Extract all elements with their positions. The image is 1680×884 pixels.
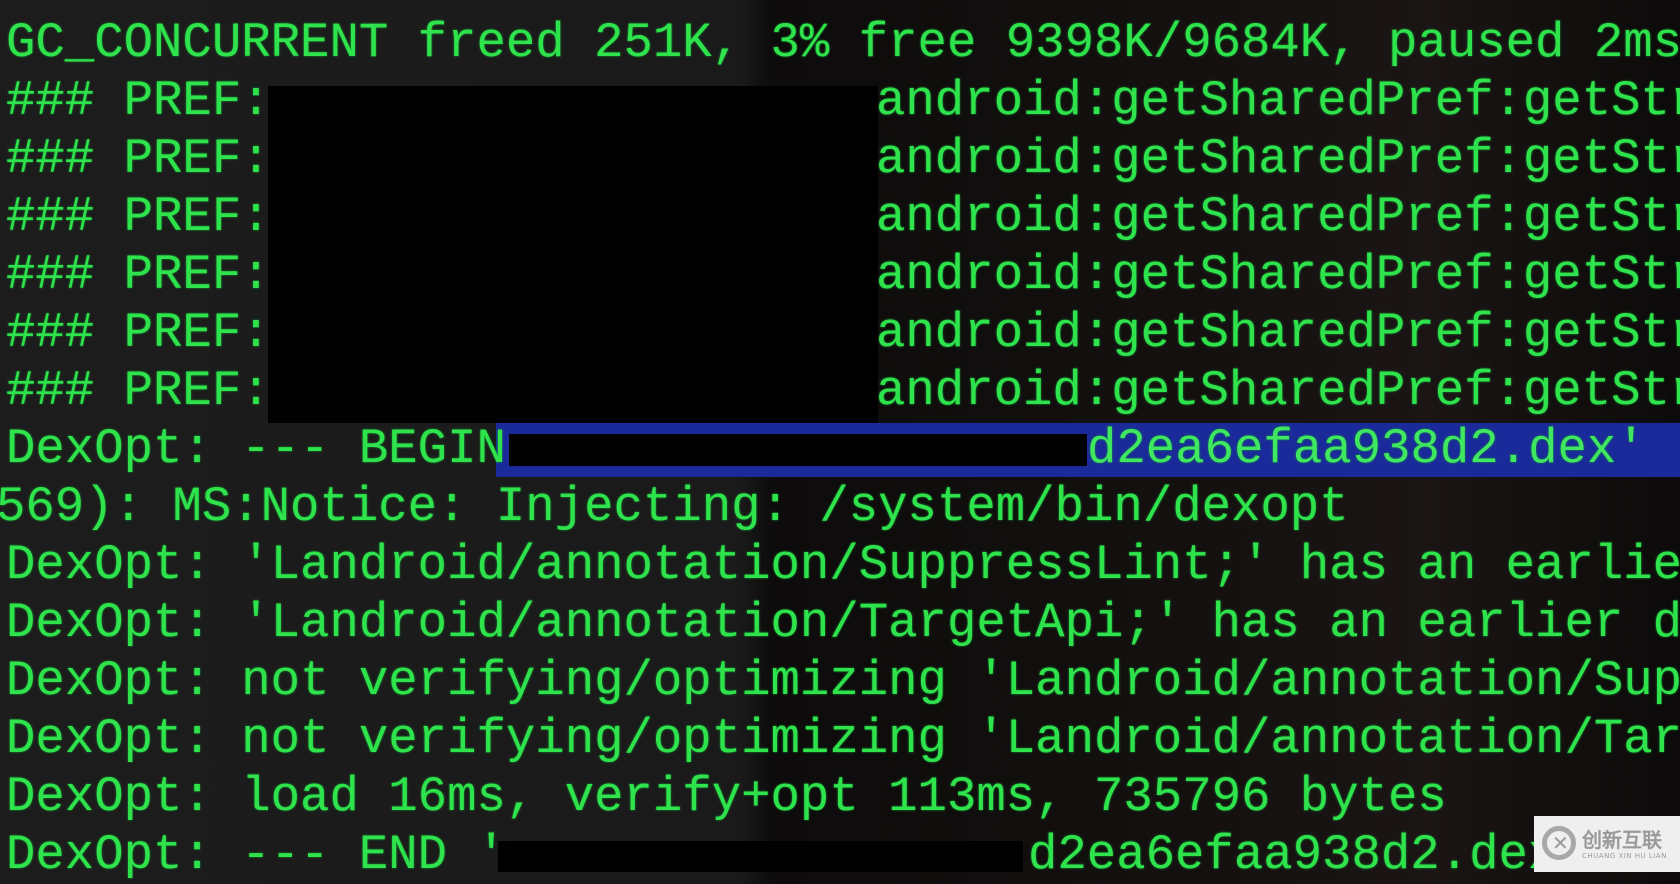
pref-label: ### PREF: (6, 131, 271, 187)
log-line: ### PREF: android:getSharedPref:getStr (6, 246, 1680, 304)
log-line: ### PREF: android:getSharedPref:getStr (6, 72, 1680, 130)
log-line: DexOpt: not verifying/optimizing 'Landro… (6, 653, 1680, 709)
log-line: DexOpt: --- END ' d2ea6efaa938d2.dex (6, 826, 1557, 884)
pref-value: android:getSharedPref:getStr (876, 189, 1680, 245)
pref-value: android:getSharedPref:getStr (876, 247, 1680, 303)
redaction-box (268, 86, 878, 423)
log-line: DexOpt: 'Landroid/annotation/SuppressLin… (6, 537, 1680, 593)
watermark-text: 创新互联 (1582, 828, 1662, 852)
dex-filename-tail: d2ea6efaa938d2.dex (1028, 827, 1558, 883)
log-line: DexOpt: not verifying/optimizing 'Landro… (6, 711, 1680, 767)
log-line: GC_CONCURRENT freed 251K, 3% free 9398K/… (6, 15, 1680, 71)
logo-x-icon (1542, 826, 1576, 860)
dexopt-end-label: DexOpt: --- END ' (6, 827, 506, 883)
log-line: ### PREF: android:getSharedPref:getStr (6, 188, 1680, 246)
log-line: DexOpt: load 16ms, verify+opt 113ms, 735… (6, 769, 1447, 825)
pref-value: android:getSharedPref:getStr (876, 305, 1680, 361)
pref-value: android:getSharedPref:getStr (876, 363, 1680, 419)
watermark: 创新互联 CHUANG XIN HU LIAN (1534, 816, 1680, 872)
log-line: 569): MS:Notice: Injecting: /system/bin/… (0, 479, 1349, 535)
log-line: DexOpt: --- BEGIN d2ea6efaa938d2.dex' ( (6, 420, 1680, 478)
pref-label: ### PREF: (6, 363, 271, 419)
log-line: ### PREF: android:getSharedPref:getStr (6, 304, 1680, 362)
redaction-box (498, 841, 1023, 872)
pref-value: android:getSharedPref:getStr (876, 73, 1680, 129)
log-line: DexOpt: 'Landroid/annotation/TargetApi;'… (6, 595, 1680, 651)
log-line: ### PREF: android:getSharedPref:getStr (6, 362, 1680, 420)
dexopt-begin-label: DexOpt: --- BEGIN (6, 421, 506, 477)
log-line: ### PREF: android:getSharedPref:getStr (6, 130, 1680, 188)
pref-label: ### PREF: (6, 73, 271, 129)
watermark-subtext: CHUANG XIN HU LIAN (1582, 852, 1667, 860)
pref-label: ### PREF: (6, 305, 271, 361)
pref-label: ### PREF: (6, 247, 271, 303)
selected-text[interactable]: d2ea6efaa938d2.dex' ( (1087, 420, 1680, 478)
pref-label: ### PREF: (6, 189, 271, 245)
pref-value: android:getSharedPref:getStr (876, 131, 1680, 187)
redaction-box (509, 434, 1087, 466)
